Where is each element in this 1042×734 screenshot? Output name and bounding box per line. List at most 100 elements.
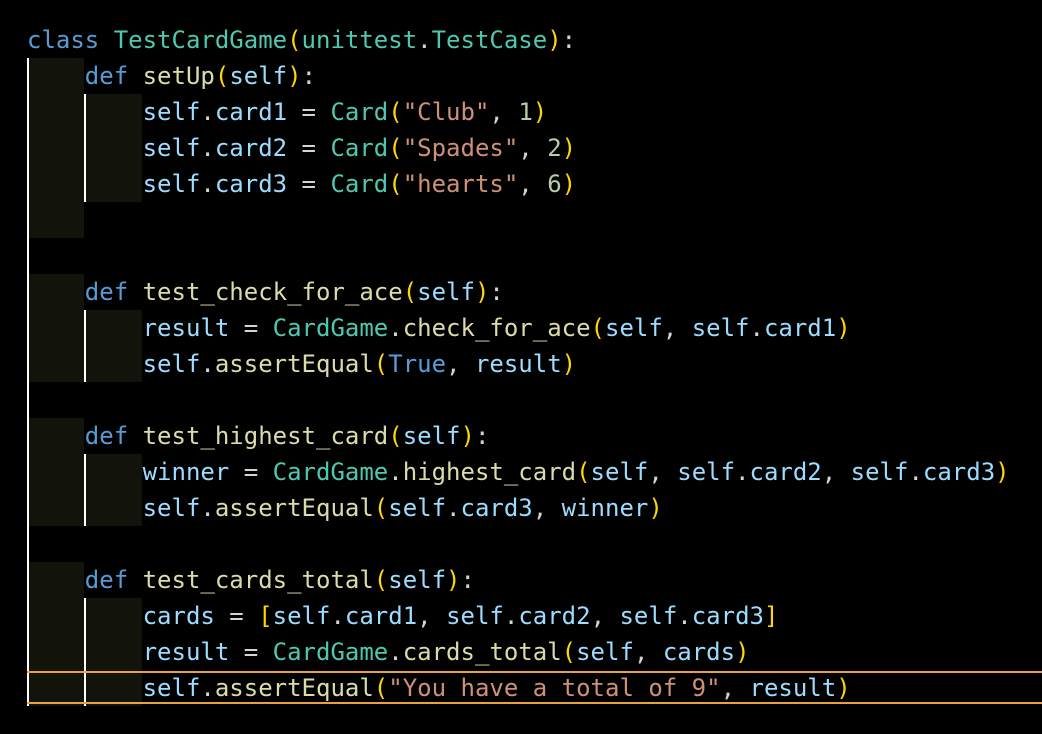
code-token: : — [460, 566, 475, 594]
code-token: self — [388, 494, 447, 522]
code-token: . — [200, 494, 215, 522]
code-token: ) — [561, 170, 577, 198]
code-editor[interactable]: class TestCardGame(unittest.TestCase): d… — [0, 0, 1042, 734]
code-token: . — [446, 494, 461, 522]
code-token: . — [388, 638, 403, 666]
code-token: self — [576, 638, 634, 666]
code-line[interactable]: def setUp(self): — [27, 58, 316, 94]
code-token: . — [388, 314, 403, 342]
code-line[interactable]: result = CardGame.check_for_ace(self, se… — [27, 310, 851, 346]
code-token: . — [200, 134, 215, 162]
code-token: TestCase — [431, 26, 548, 54]
code-token: = — [229, 314, 273, 342]
code-token: ( — [373, 674, 389, 702]
code-token: ) — [735, 638, 750, 666]
code-token: "Spades" — [402, 134, 519, 162]
code-token: , — [518, 134, 548, 162]
code-token: ( — [388, 422, 403, 450]
code-token: test_highest_card — [142, 422, 389, 450]
code-token: self — [850, 458, 909, 486]
code-token: card2 — [518, 602, 591, 630]
code-token: 1 — [518, 98, 533, 126]
code-token: winner — [561, 494, 649, 522]
code-token: self — [272, 602, 331, 630]
code-token: ( — [402, 278, 418, 306]
code-token: ( — [373, 494, 389, 522]
code-token: ( — [388, 98, 403, 126]
code-token: CardGame — [272, 638, 389, 666]
code-token: check_for_ace — [402, 314, 591, 342]
code-token: = — [229, 458, 273, 486]
code-token: def — [84, 278, 129, 306]
code-token: ) — [836, 314, 851, 342]
code-token: def — [84, 566, 129, 594]
code-line[interactable]: result = CardGame.cards_total(self, card… — [27, 634, 750, 670]
code-token: "hearts" — [402, 170, 519, 198]
code-token: assertEqual — [214, 494, 374, 522]
code-token: Card — [330, 98, 389, 126]
code-token: card3 — [691, 602, 764, 630]
code-token: "You have a total of 9" — [388, 674, 721, 702]
code-token: 6 — [547, 170, 562, 198]
code-line[interactable]: def test_highest_card(self): — [27, 418, 490, 454]
code-line[interactable]: cards = [self.card1, self.card2, self.ca… — [27, 598, 779, 634]
code-token: , — [518, 170, 548, 198]
code-token: . — [503, 602, 519, 630]
code-token: CardGame — [272, 314, 389, 342]
code-token: ) — [547, 26, 562, 54]
code-token: ) — [474, 278, 490, 306]
code-token: self — [446, 602, 504, 630]
code-line[interactable]: def test_check_for_ace(self): — [27, 274, 504, 310]
code-token: ( — [214, 62, 230, 90]
code-token: = — [229, 638, 273, 666]
code-line[interactable]: self.assertEqual(self.card3, winner) — [27, 490, 663, 526]
code-token: self — [605, 314, 663, 342]
code-token: , — [417, 602, 447, 630]
code-token: , — [446, 350, 475, 378]
code-token: : — [474, 422, 490, 450]
code-token: def — [84, 422, 129, 450]
code-token: ) — [446, 566, 461, 594]
code-token: ( — [590, 314, 605, 342]
code-line[interactable]: class TestCardGame(unittest.TestCase): — [27, 22, 576, 58]
code-line[interactable]: def test_cards_total(self): — [27, 562, 475, 598]
code-token: card1 — [344, 602, 418, 630]
code-token: unittest — [301, 26, 418, 54]
code-token: test_check_for_ace — [142, 278, 403, 306]
code-token: , — [590, 602, 620, 630]
code-line[interactable]: self.card2 = Card("Spades", 2) — [27, 130, 577, 166]
code-token: self — [142, 494, 201, 522]
code-token: = — [287, 134, 331, 162]
code-token: self — [388, 566, 447, 594]
code-token: [ — [258, 602, 273, 630]
code-token: setUp — [142, 62, 215, 90]
code-token: self — [142, 98, 201, 126]
code-token: highest_card — [402, 458, 577, 486]
code-token: . — [388, 458, 403, 486]
code-token: card1 — [763, 314, 837, 342]
code-token: self — [590, 458, 649, 486]
code-token: card3 — [460, 494, 533, 522]
code-line[interactable]: self.card3 = Card("hearts", 6) — [27, 166, 577, 202]
code-token: 2 — [547, 134, 562, 162]
code-token: self — [142, 170, 201, 198]
code-line[interactable]: self.card1 = Card("Club", 1) — [27, 94, 548, 130]
code-line[interactable]: winner = CardGame.highest_card(self, sel… — [27, 454, 1010, 490]
code-token: result — [474, 350, 562, 378]
code-token: . — [200, 350, 215, 378]
code-line[interactable]: self.assertEqual(True, result) — [27, 346, 577, 382]
code-token: self — [619, 602, 678, 630]
code-token: , — [633, 638, 663, 666]
code-token: , — [648, 458, 678, 486]
code-token: ( — [373, 350, 389, 378]
code-token: ( — [576, 458, 591, 486]
code-line[interactable]: self.assertEqual("You have a total of 9"… — [27, 670, 851, 706]
code-token: ( — [388, 170, 403, 198]
